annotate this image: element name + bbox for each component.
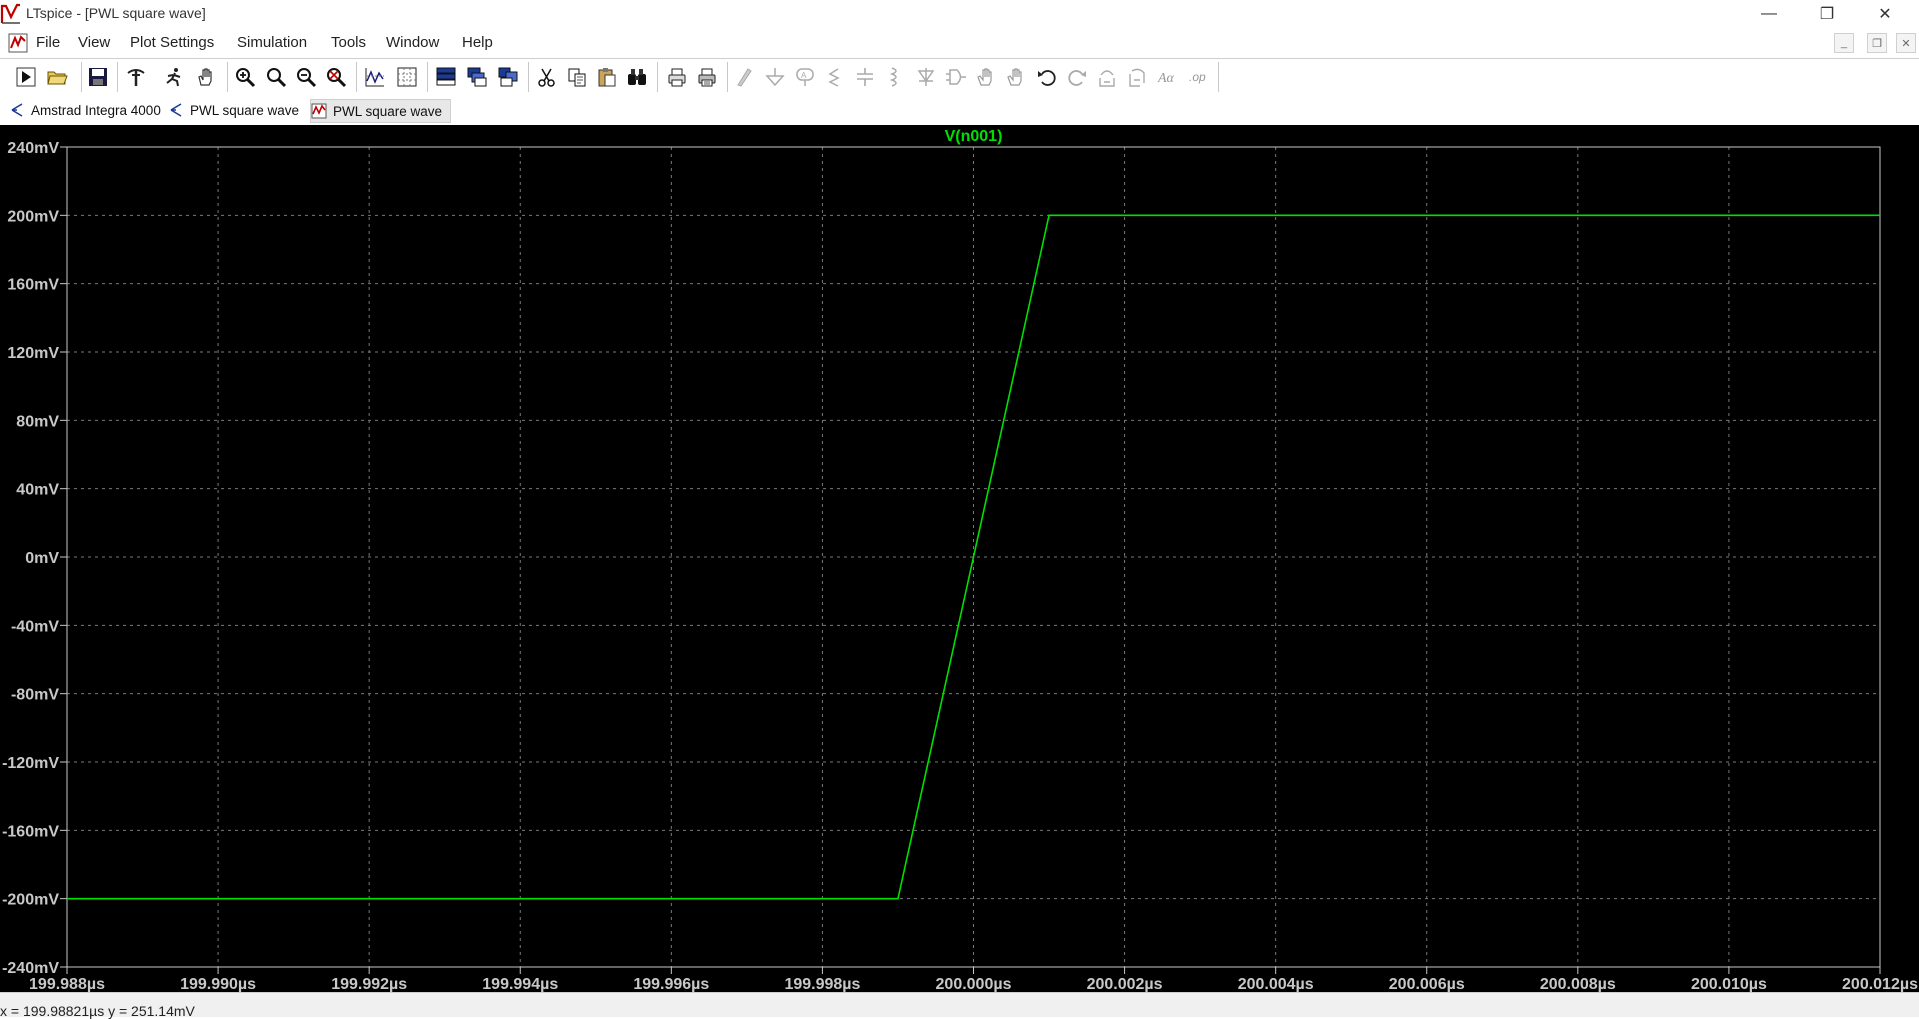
x-tick-label: 199.996µs [633, 976, 709, 992]
print-preview-icon[interactable] [664, 64, 690, 90]
pan-hand-icon[interactable] [193, 64, 219, 90]
move-icon [973, 64, 999, 90]
mirror-icon [1124, 64, 1150, 90]
x-tick-label: 200.008µs [1540, 976, 1616, 992]
x-tick-label: 200.010µs [1691, 976, 1767, 992]
copy-icon[interactable] [564, 64, 590, 90]
menu-help[interactable]: Help [458, 34, 497, 51]
run-icon[interactable] [13, 64, 39, 90]
tab-label: PWL square wave [333, 103, 443, 119]
y-tick-label: 200mV [7, 208, 59, 225]
zoom-area-icon[interactable] [263, 64, 289, 90]
halt-icon[interactable] [161, 64, 187, 90]
tab-label: PWL square wave [190, 102, 300, 118]
y-tick-label: -240mV [2, 960, 59, 977]
y-tick-label: 120mV [7, 345, 59, 362]
inductor-icon [882, 64, 908, 90]
wire-icon [731, 64, 757, 90]
menu-simulation[interactable]: Simulation [233, 34, 311, 51]
x-tick-label: 199.998µs [784, 976, 860, 992]
mdi-close-button[interactable]: ✕ [1896, 33, 1916, 53]
y-tick-label: -80mV [11, 687, 59, 704]
x-tick-label: 199.992µs [331, 976, 407, 992]
text-icon: Aα [1155, 64, 1181, 90]
control-panel-icon[interactable] [123, 64, 149, 90]
label-icon: A [792, 64, 818, 90]
x-tick-label: 200.012µs [1842, 976, 1918, 992]
ltspice-logo-icon [0, 3, 20, 24]
menu-file[interactable]: File [32, 34, 64, 51]
status-bar [0, 992, 1919, 1017]
y-tick-label: 160mV [7, 277, 59, 294]
x-tick-label: 199.990µs [180, 976, 256, 992]
trace-title[interactable]: V(n001) [945, 128, 1003, 145]
y-tick-label: 0mV [25, 550, 59, 567]
tab-pwl-waveform[interactable]: PWL square wave [310, 99, 452, 123]
schematic-icon [170, 103, 182, 117]
redo-icon [1064, 64, 1090, 90]
menu-view[interactable]: View [74, 34, 114, 51]
maximize-button[interactable]: ❐ [1798, 0, 1856, 28]
y-tick-label: 240mV [7, 140, 59, 157]
waveform-plot[interactable]: 240mV 200mV 160mV 120mV 80mV 40mV 0mV -40mV -80m… [0, 125, 1919, 992]
capacitor-icon [852, 64, 878, 90]
autorange-icon[interactable] [362, 64, 388, 90]
title-bar: LTspice - [PWL square wave] — ❐ ✕ [0, 0, 1919, 28]
tab-pwl-schematic[interactable]: PWL square wave [168, 99, 299, 121]
x-tick-label: 200.000µs [936, 976, 1012, 992]
x-tick-label: 200.004µs [1238, 976, 1314, 992]
cut-icon[interactable] [534, 64, 560, 90]
minimize-button[interactable]: — [1740, 0, 1798, 28]
close-button[interactable]: ✕ [1856, 0, 1914, 28]
y-tick-label: -40mV [11, 618, 59, 635]
tab-amstrad-integra[interactable]: Amstrad Integra 4000 [9, 99, 161, 121]
find-icon[interactable] [624, 64, 650, 90]
tile-horizontal-icon[interactable] [433, 64, 459, 90]
svg-text:Aα: Aα [1157, 71, 1175, 86]
waveform-icon [311, 103, 327, 119]
grid-icon[interactable] [394, 64, 420, 90]
component-icon [943, 64, 969, 90]
svg-text:.op: .op [1189, 70, 1206, 84]
waveform-doc-icon[interactable] [8, 33, 28, 53]
cascade-icon[interactable] [464, 64, 490, 90]
plot-canvas[interactable]: 240mV 200mV 160mV 120mV 80mV 40mV 0mV -40mV -80m… [0, 125, 1919, 992]
save-icon[interactable] [85, 64, 111, 90]
x-tick-label: 200.002µs [1087, 976, 1163, 992]
ground-icon [762, 64, 788, 90]
y-tick-label: 80mV [16, 413, 59, 430]
y-tick-label: -160mV [2, 823, 59, 840]
paste-icon[interactable] [594, 64, 620, 90]
open-icon[interactable] [44, 64, 70, 90]
mdi-restore-button[interactable]: ❐ [1867, 33, 1887, 53]
y-tick-label: -200mV [2, 892, 59, 909]
zoom-in-icon[interactable] [232, 64, 258, 90]
y-tick-label: -120mV [2, 755, 59, 772]
drag-icon [1003, 64, 1029, 90]
rotate-icon [1094, 64, 1120, 90]
x-tick-label: 199.988µs [29, 976, 105, 992]
undo-icon[interactable] [1034, 64, 1060, 90]
x-tick-label: 200.006µs [1389, 976, 1465, 992]
cursor-readout: x = 199.98821µs y = 251.14mV [0, 1003, 195, 1019]
tile-vertical-icon[interactable] [495, 64, 521, 90]
y-tick-label: 40mV [16, 482, 59, 499]
window-title: LTspice - [PWL square wave] [26, 5, 206, 21]
menu-tools[interactable]: Tools [327, 34, 370, 51]
mdi-minimize-button[interactable]: _ [1834, 33, 1854, 53]
diode-icon [913, 64, 939, 90]
x-tick-label: 199.994µs [482, 976, 558, 992]
menu-window[interactable]: Window [382, 34, 443, 51]
zoom-full-icon[interactable] [323, 64, 349, 90]
svg-text:A: A [801, 71, 807, 80]
zoom-out-icon[interactable] [293, 64, 319, 90]
print-icon[interactable] [694, 64, 720, 90]
spice-directive-icon: .op [1186, 64, 1212, 90]
menu-plot-settings[interactable]: Plot Settings [126, 34, 218, 51]
tab-label: Amstrad Integra 4000 [31, 102, 161, 118]
schematic-icon [11, 103, 23, 117]
resistor-icon [822, 64, 848, 90]
